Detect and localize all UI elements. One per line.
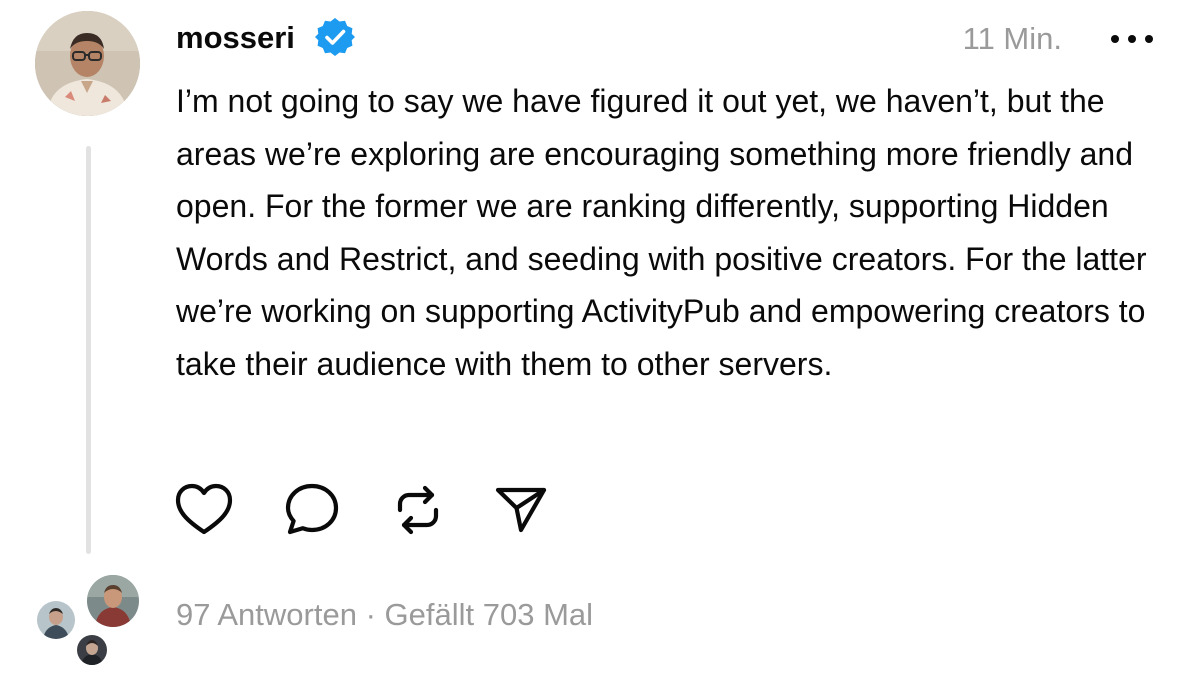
thread-connector-line: [86, 146, 91, 554]
repost-icon: [397, 485, 439, 535]
repost-button[interactable]: [386, 478, 450, 542]
author-username[interactable]: mosseri: [176, 18, 295, 58]
author-avatar[interactable]: [35, 11, 140, 116]
comment-icon: [285, 483, 339, 535]
reply-avatar: [84, 572, 142, 630]
more-options-button[interactable]: [1104, 22, 1160, 56]
reply-avatar: [34, 598, 78, 642]
verified-badge-icon: [314, 16, 356, 58]
post-timestamp: 11 Min.: [962, 21, 1062, 56]
send-icon: [495, 487, 547, 533]
ellipsis-icon: [1111, 35, 1153, 43]
share-button[interactable]: [488, 478, 552, 542]
replies-count-link[interactable]: 97 Antworten: [176, 597, 357, 632]
author-avatar-image: [35, 11, 140, 116]
post-action-bar: [172, 478, 562, 542]
post-stats: 97 Antworten · Gefällt 703 Mal: [176, 595, 593, 635]
reply-button[interactable]: [280, 478, 344, 542]
post-text: I’m not going to say we have figured it …: [176, 83, 1147, 382]
heart-icon: [175, 483, 233, 535]
like-button[interactable]: [172, 478, 236, 542]
likes-count-link[interactable]: Gefällt 703 Mal: [385, 597, 594, 632]
reply-avatar: [74, 632, 110, 668]
stats-separator: ·: [365, 597, 376, 632]
reply-avatars-cluster[interactable]: [34, 572, 144, 672]
